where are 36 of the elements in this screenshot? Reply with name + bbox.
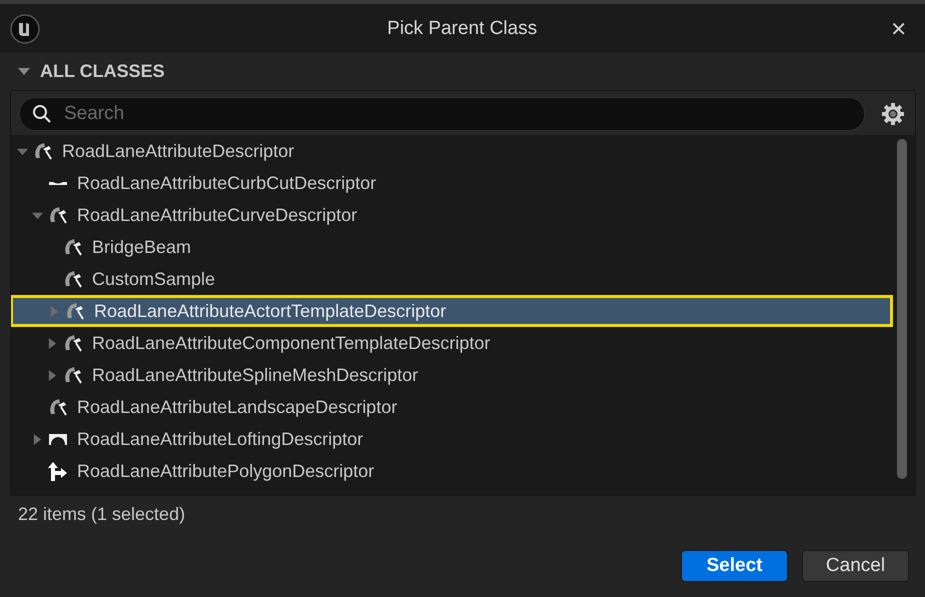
expand-arrow-icon[interactable]	[47, 370, 58, 380]
tree-row[interactable]: RoadLaneAttributePolygonDescriptor	[11, 455, 897, 487]
logo-icon	[10, 14, 40, 44]
tree-row[interactable]: CustomSample	[11, 263, 897, 295]
expand-arrow-icon[interactable]	[32, 434, 43, 444]
close-button[interactable]: ✕	[884, 16, 913, 40]
hammer-icon	[62, 268, 84, 290]
hammer-icon	[47, 204, 69, 226]
hammer-icon	[47, 396, 69, 418]
status-text: 22 items (1 selected)	[17, 503, 186, 526]
hammer-icon	[62, 364, 84, 386]
hammer-icon	[64, 300, 86, 322]
settings-icon[interactable]	[881, 102, 905, 126]
tree-row[interactable]: RoadLaneAttributeActortTemplateDescriptor	[11, 295, 893, 327]
hammer-icon	[62, 332, 84, 354]
search-icon	[32, 104, 52, 124]
curb-icon	[49, 182, 67, 184]
tree-row[interactable]: RoadLaneAttributeDescriptor	[11, 135, 897, 167]
tree-row[interactable]: BridgeBeam	[11, 231, 897, 263]
tree-row[interactable]: RoadLaneAttributeComponentTemplateDescriptor	[11, 327, 897, 359]
tree-row[interactable]: RoadLaneAttributeLoftingDescriptor	[11, 423, 897, 455]
split-arrow-icon	[47, 460, 69, 482]
tree-row[interactable]: RoadLaneAttributeCurveDescriptor	[11, 199, 897, 231]
search-field[interactable]: Search	[19, 97, 865, 131]
collapse-arrow-icon[interactable]	[18, 66, 30, 78]
tree-row[interactable]: RoadLaneAttributeCurbCutDescriptor	[11, 167, 897, 199]
hammer-icon	[32, 140, 54, 162]
tree-row[interactable]: RoadLaneAttributeSplineMeshDescriptor	[11, 359, 897, 391]
select-button[interactable]: Select	[681, 550, 788, 582]
hammer-icon	[62, 236, 84, 258]
cancel-button[interactable]: Cancel	[802, 550, 909, 582]
window-title: Pick Parent Class	[386, 18, 538, 40]
tree-row[interactable]: RoadLaneAttributeLandscapeDescriptor	[11, 391, 897, 423]
expand-arrow-icon[interactable]	[47, 338, 58, 348]
section-title: ALL CLASSES	[40, 61, 165, 82]
scrollbar-thumb[interactable]	[897, 139, 907, 479]
